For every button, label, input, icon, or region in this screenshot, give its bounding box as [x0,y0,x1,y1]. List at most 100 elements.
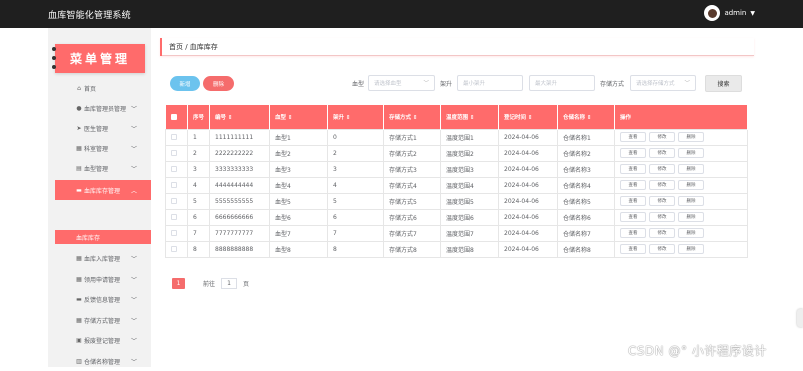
sidebar-item-3[interactable]: ▦ 科室管理 ﹀ [55,138,151,158]
edit-button[interactable]: 修改 [649,244,675,254]
col-header[interactable]: 编号 ⇕ [209,105,270,129]
table-row: 4 4444444444 血型4 4 存储方式4 温度范围4 2024-04-06 仓储名称4… [165,176,748,194]
page-number-current[interactable]: 1 [172,278,185,289]
side-handle[interactable] [797,309,803,327]
table-cell: 2024-04-06 [498,192,558,210]
sidebar-item-10[interactable]: ▦ 存储方式管理 ﹀ [55,310,151,330]
sidebar-item-8[interactable]: ▦ 领用申请管理 ﹀ [55,269,151,289]
blood-type-label: 血型 [352,81,365,88]
add-button[interactable]: 新增 [170,76,200,91]
grid-icon: ▦ [76,316,82,324]
edit-button[interactable]: 修改 [649,164,675,174]
table-cell: 血型3 [269,160,328,178]
row-select-cell[interactable] [165,128,188,146]
row-checkbox[interactable] [171,166,177,172]
col-header[interactable]: 仓储名称 ⇕ [557,105,615,129]
sidebar-item-0[interactable]: ⌂ 首页 [55,78,151,98]
storage-select[interactable]: 请选择存储方式 ﹀ [630,75,696,91]
table-cell: 2 [187,144,210,162]
delete-row-button[interactable]: 删除 [678,148,704,158]
row-checkbox[interactable] [171,230,177,236]
table-cell: 温度范围8 [440,240,499,258]
select-all-header[interactable] [165,105,188,129]
edit-button[interactable]: 修改 [649,132,675,142]
edit-button[interactable]: 修改 [649,212,675,222]
ops-cell: 查看 修改 删除 [614,160,748,178]
blood-type-select[interactable]: 请选择血型 ﹀ [368,75,435,91]
delete-row-button[interactable]: 删除 [678,180,704,190]
subitem-blood-stock[interactable]: 血库库存 [55,230,151,244]
edit-button[interactable]: 修改 [649,228,675,238]
delete-button[interactable]: 删除 [203,76,234,91]
sidebar-item-11[interactable]: ▣ 报废登记管理 ﹀ [55,331,151,351]
view-button[interactable]: 查看 [620,196,646,206]
view-button[interactable]: 查看 [620,132,646,142]
col-header[interactable]: 登记时间 ⇕ [498,105,558,129]
row-select-cell[interactable] [165,240,188,258]
row-checkbox[interactable] [171,246,177,252]
row-select-cell[interactable] [165,176,188,194]
send-icon: ➤ [76,124,82,132]
sidebar-item-7[interactable]: ▦ 血库入库管理 ﹀ [55,249,151,269]
min-shelf-input[interactable]: 最小架升 [457,75,523,91]
ops-cell: 查看 修改 删除 [614,224,748,242]
row-select-cell[interactable] [165,144,188,162]
table-cell: 温度范围2 [440,144,499,162]
user-menu[interactable]: admin ▼ [704,5,755,21]
sidebar-item-label: 领用申请管理 [84,276,121,284]
sidebar-item-2[interactable]: ➤ 医生管理 ﹀ [55,118,151,138]
col-header[interactable]: 血型 ⇕ [269,105,328,129]
breadcrumb: 首页 / 血库库存 [160,38,754,56]
view-button[interactable]: 查看 [620,164,646,174]
row-select-cell[interactable] [165,192,188,210]
sidebar-item-4[interactable]: ▤ 血型管理 ﹀ [55,158,151,178]
col-header[interactable]: 架升 ⇕ [327,105,384,129]
sidebar: 菜单管理 ⌂ 首页 ● 血库管理员管理 ﹀ ➤ 医生管理 ﹀ ▦ 科室管理 ﹀ ▤ 血型管理 ﹀ ▬ 血库库存… [48,28,151,367]
table-cell: 5 [327,192,384,210]
edit-button[interactable]: 修改 [649,148,675,158]
row-checkbox[interactable] [171,182,177,188]
sidebar-item-label: 存储方式管理 [84,317,121,325]
search-button[interactable]: 搜索 [705,75,742,92]
grid-icon: ▦ [76,144,82,152]
row-select-cell[interactable] [165,224,188,242]
delete-row-button[interactable]: 删除 [678,196,704,206]
row-checkbox[interactable] [171,214,177,220]
chat-icon: ▬ [76,296,82,303]
col-header[interactable]: 温度范围 ⇕ [440,105,499,129]
row-select-cell[interactable] [165,160,188,178]
table-cell: 仓储名称3 [557,160,615,178]
sidebar-item-9[interactable]: ▬ 反馈信息管理 ﹀ [55,290,151,310]
sidebar-item-1[interactable]: ● 血库管理员管理 ﹀ [55,98,151,118]
delete-row-button[interactable]: 删除 [678,228,704,238]
chevron-icon: ︿ [130,187,137,195]
max-shelf-input[interactable]: 最大架升 [529,75,595,91]
table-cell: 3 [187,160,210,178]
delete-row-button[interactable]: 删除 [678,212,704,222]
table-row: 8 8888888888 血型8 8 存储方式8 温度范围8 2024-04-06 仓储名称8… [165,240,748,258]
sidebar-item-12[interactable]: ▥ 仓储名称管理 ﹀ [55,351,151,371]
table-cell: 存储方式4 [383,176,441,194]
table-cell: 3333333333 [209,160,270,178]
edit-button[interactable]: 修改 [649,180,675,190]
select-all-checkbox[interactable] [170,113,177,120]
view-button[interactable]: 查看 [620,244,646,254]
delete-row-button[interactable]: 删除 [678,132,704,142]
edit-button[interactable]: 修改 [649,196,675,206]
table-cell: 2024-04-06 [498,176,558,194]
row-select-cell[interactable] [165,208,188,226]
view-button[interactable]: 查看 [620,228,646,238]
sidebar-item-5[interactable]: ▬ 血库库存管理 ︿ [55,180,151,200]
table-cell: 8888888888 [209,240,270,258]
view-button[interactable]: 查看 [620,180,646,190]
row-checkbox[interactable] [171,150,177,156]
row-checkbox[interactable] [171,134,177,140]
view-button[interactable]: 查看 [620,148,646,158]
goto-page-input[interactable]: 1 [221,278,238,289]
delete-row-button[interactable]: 删除 [678,244,704,254]
delete-row-button[interactable]: 删除 [678,164,704,174]
table-cell: 存储方式3 [383,160,441,178]
view-button[interactable]: 查看 [620,212,646,222]
col-header[interactable]: 存储方式 ⇕ [383,105,441,129]
row-checkbox[interactable] [171,198,177,204]
